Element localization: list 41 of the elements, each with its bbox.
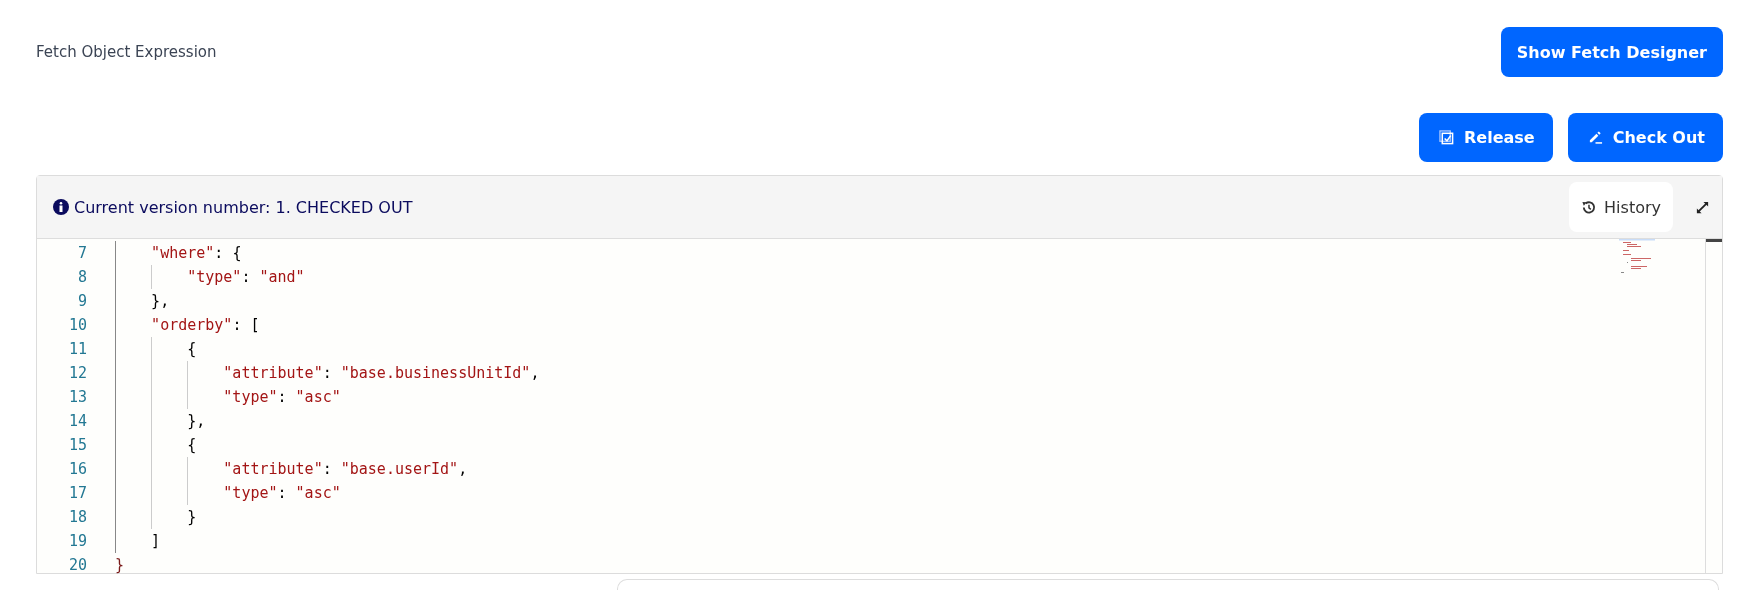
- show-fetch-designer-button[interactable]: Show Fetch Designer: [1500, 27, 1723, 77]
- history-button[interactable]: History: [1569, 182, 1673, 232]
- check-out-button[interactable]: Check Out: [1567, 113, 1723, 162]
- code-line: {: [187, 436, 197, 454]
- history-icon: [1581, 199, 1597, 215]
- line-number: 15: [67, 436, 87, 454]
- code-line: "attribute": "base.userId",: [223, 460, 468, 478]
- line-number: 16: [67, 460, 87, 478]
- line-number: 20: [67, 556, 87, 574]
- line-number: 8: [76, 268, 87, 286]
- code-line: "type": "asc": [223, 388, 341, 406]
- code-line: }: [115, 556, 125, 574]
- release-button[interactable]: Release: [1419, 113, 1553, 162]
- line-number: 13: [67, 388, 87, 406]
- section-title: Fetch Object Expression: [36, 43, 217, 61]
- line-number: 12: [67, 364, 87, 382]
- line-number: 18: [67, 508, 87, 526]
- line-number: 10: [67, 316, 87, 334]
- code-line: "attribute": "base.businessUnitId",: [223, 364, 540, 382]
- pen-icon: [1587, 130, 1603, 145]
- code-line: {: [187, 340, 197, 358]
- code-line: },: [151, 292, 170, 310]
- code-line: "type": "asc": [223, 484, 341, 502]
- code-line: "orderby": [: [151, 316, 260, 334]
- checkbox-icon: [1439, 130, 1454, 145]
- minimap-drawing[interactable]: [1619, 239, 1655, 275]
- code-line: ]: [151, 532, 161, 550]
- expand-icon[interactable]: [1695, 199, 1710, 215]
- line-number: 7: [76, 244, 87, 262]
- line-number: 9: [76, 292, 87, 310]
- scrollbar[interactable]: [1705, 239, 1722, 573]
- code-line: "where": {: [151, 244, 242, 262]
- version-status: Current version number: 1. CHECKED OUT: [74, 197, 413, 217]
- info-icon: [53, 199, 69, 215]
- line-number: 11: [67, 340, 87, 358]
- line-number: 17: [67, 484, 87, 502]
- line-number: 19: [67, 532, 87, 550]
- code-line: }: [187, 508, 197, 526]
- code-line: "type": "and": [187, 268, 305, 286]
- line-number: 14: [67, 412, 87, 430]
- code-line: },: [187, 412, 206, 430]
